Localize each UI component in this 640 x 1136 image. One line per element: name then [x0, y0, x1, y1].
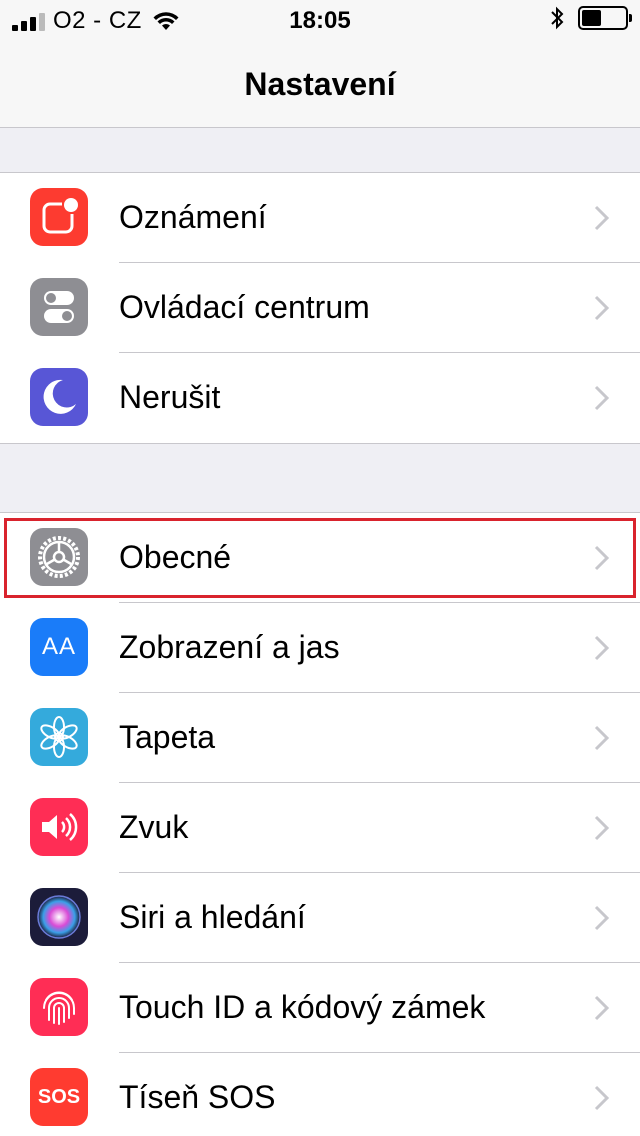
fingerprint-icon	[30, 978, 88, 1036]
speaker-icon	[30, 798, 88, 856]
settings-row-general[interactable]: Obecné	[0, 513, 640, 603]
chevron-right-icon	[594, 385, 610, 411]
status-bar: O2 - CZ 18:05	[0, 0, 640, 40]
settings-row-display-brightness[interactable]: AA Zobrazení a jas	[0, 603, 640, 693]
settings-row-touch-id[interactable]: Touch ID a kódový zámek	[0, 963, 640, 1053]
icon-text: SOS	[37, 1085, 81, 1108]
moon-icon	[30, 368, 88, 426]
settings-row-wallpaper[interactable]: Tapeta	[0, 693, 640, 783]
row-label: Siri a hledání	[119, 899, 306, 935]
row-label: Touch ID a kódový zámek	[119, 989, 486, 1025]
notifications-icon	[30, 188, 88, 246]
chevron-right-icon	[594, 635, 610, 661]
chevron-right-icon	[594, 725, 610, 751]
row-label: Tapeta	[119, 719, 216, 755]
chevron-right-icon	[594, 1085, 610, 1111]
settings-row-emergency-sos[interactable]: SOS Tíseň SOS	[0, 1053, 640, 1136]
status-time: 18:05	[289, 7, 351, 34]
chevron-right-icon	[594, 905, 610, 931]
battery-icon	[578, 6, 632, 30]
row-label: Zvuk	[119, 809, 189, 845]
settings-row-control-center[interactable]: Ovládací centrum	[0, 263, 640, 353]
settings-row-notifications[interactable]: Oznámení	[0, 173, 640, 263]
chevron-right-icon	[594, 295, 610, 321]
chevron-right-icon	[594, 815, 610, 841]
settings-row-sound[interactable]: Zvuk	[0, 783, 640, 873]
row-label: Nerušit	[119, 379, 221, 415]
chevron-right-icon	[594, 205, 610, 231]
siri-icon	[30, 888, 88, 946]
row-label: Obecné	[119, 539, 232, 575]
settings-group-1: Oznámení Ovládací centrum Nerušit	[0, 172, 640, 444]
chevron-right-icon	[594, 995, 610, 1021]
row-label: Zobrazení a jas	[119, 629, 340, 665]
page-title: Nastavení	[244, 66, 396, 102]
status-right	[550, 6, 632, 30]
settings-row-siri-search[interactable]: Siri a hledání	[0, 873, 640, 963]
row-label: Tíseň SOS	[119, 1079, 276, 1115]
text-size-icon: AA	[30, 618, 88, 676]
sos-icon: SOS	[30, 1068, 88, 1126]
control-center-icon	[30, 278, 88, 336]
gear-icon	[30, 528, 88, 586]
settings-row-do-not-disturb[interactable]: Nerušit	[0, 353, 640, 443]
icon-text: AA	[41, 633, 76, 660]
navigation-bar: Nastavení	[0, 40, 640, 128]
chevron-right-icon	[594, 545, 610, 571]
row-label: Oznámení	[119, 199, 267, 235]
row-label: Ovládací centrum	[119, 289, 370, 325]
settings-group-2: Obecné AA Zobrazení a jas Tapeta Zvuk Si…	[0, 512, 640, 1136]
flower-icon	[30, 708, 88, 766]
bluetooth-icon	[551, 6, 564, 30]
